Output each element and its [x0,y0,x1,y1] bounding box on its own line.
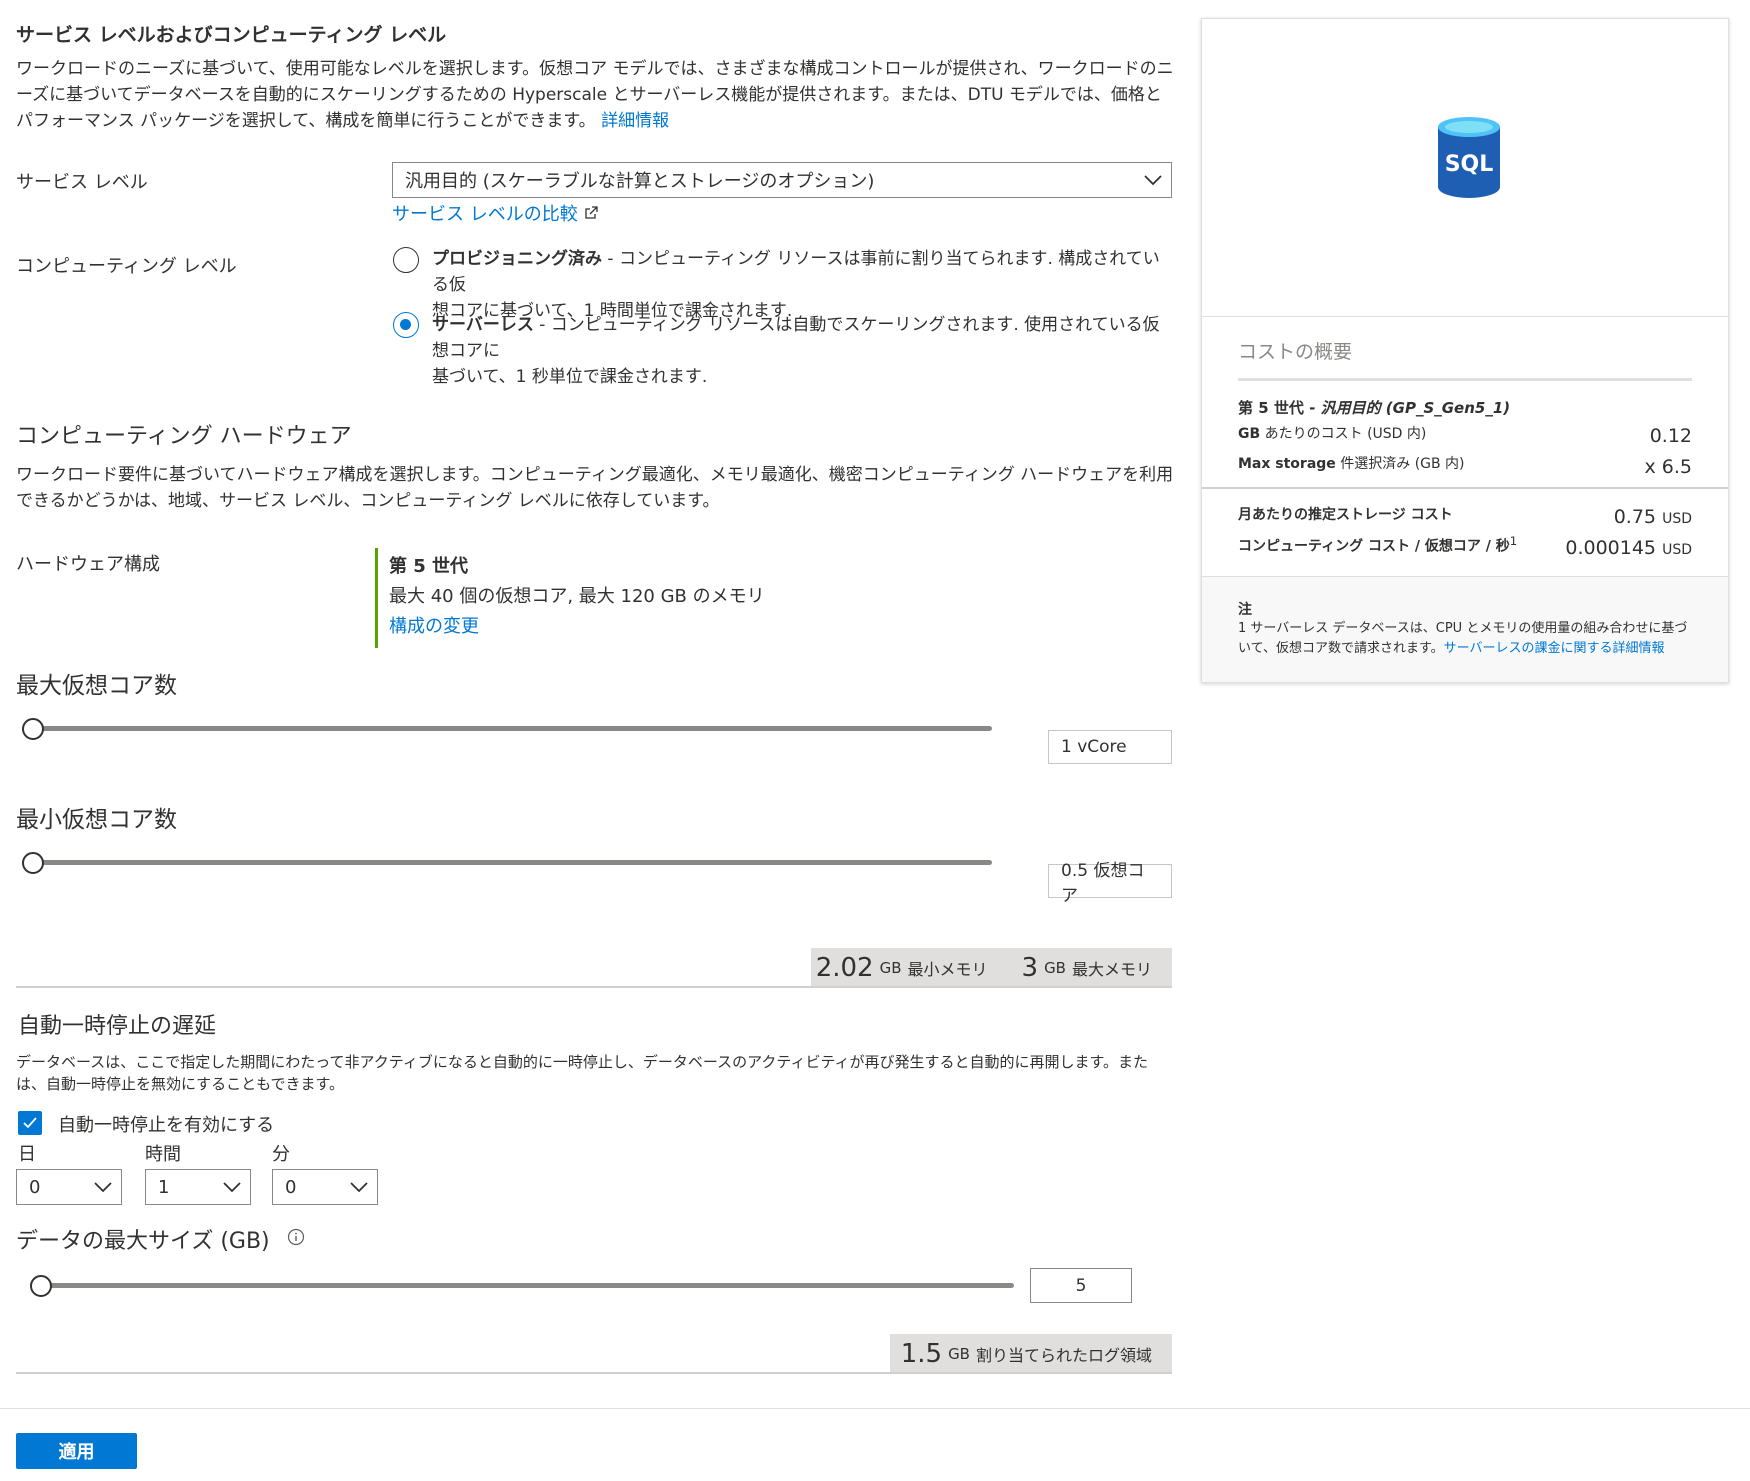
apply-button[interactable]: 適用 [16,1433,137,1469]
min-vcores-slider-track[interactable] [30,860,992,865]
service-level-value: 汎用目的 (スケーラブルな計算とストレージのオプション) [405,171,875,192]
serverless-billing-link[interactable]: サーバーレスの課金に関する詳細情報 [1444,641,1665,656]
sql-database-icon: SQL [1436,115,1502,201]
note-section: 注 1 サーバーレス データベースは、CPU とメモリの使用量の組み合わせに基づ… [1202,576,1728,682]
sql-icon-text: SQL [1445,152,1494,177]
note-text: 1 サーバーレス データベースは、CPU とメモリの使用量の組み合わせに基づいて… [1238,621,1688,656]
auto-pause-title: 自動一時停止の遅延 [18,1014,217,1039]
hardware-title: コンピューティング ハードウェア [16,424,352,449]
compute-tier-label: コンピューティング レベル [16,256,237,277]
hours-dropdown[interactable]: 1 [145,1169,251,1205]
storage-cost-value: 0.75 USD [1613,506,1692,528]
max-storage-value: x 6.5 [1644,456,1693,478]
log-space-label: 割り当てられたログ領域 [975,1346,1152,1365]
max-memory-value: 3 [1021,953,1039,983]
chevron-down-icon [349,1179,368,1195]
hardware-config-label: ハードウェア構成 [16,554,160,575]
hardware-generation: 第 5 世代 [389,556,469,577]
compute-tier-serverless-text: サーバーレス - コンピューティング リソースは自動でスケーリングされます. 使… [432,315,1160,387]
max-vcores-slider-track[interactable] [30,726,992,731]
memory-summary: 2.02 GB 最小メモリ 3 GB 最大メモリ [811,948,1172,988]
cost-sku-line: 第 5 世代 - 汎用目的 (GP_S_Gen5_1) [1238,399,1511,417]
service-section-title: サービス レベルおよびコンピューティング レベル [16,24,447,46]
change-config-link[interactable]: 構成の変更 [389,612,765,642]
chevron-down-icon [93,1179,112,1195]
max-data-size-value[interactable]: 5 [1030,1268,1132,1303]
external-link-icon [583,204,599,225]
learn-more-link[interactable]: 詳細情報 [601,111,669,131]
max-vcores-value[interactable]: 1 vCore [1048,730,1172,764]
min-memory-label: 最小メモリ [907,960,988,979]
storage-cost-label: 月あたりの推定ストレージ コスト [1238,507,1453,523]
auto-pause-checkbox[interactable] [18,1111,42,1135]
max-memory-unit: GB [1044,959,1066,977]
hardware-description: ワークロード要件に基づいてハードウェア構成を選択します。コンピューティング最適化… [16,465,1174,511]
checkmark-icon [23,1117,37,1129]
radio-serverless[interactable] [393,312,419,338]
cost-summary-panel: SQL コストの概要 第 5 世代 - 汎用目的 (GP_S_Gen5_1) G… [1201,18,1729,683]
panel-divider-top [1202,316,1728,317]
compute-cost-value: 0.000145 USD [1565,537,1692,559]
min-vcores-value[interactable]: 0.5 仮想コア [1048,861,1172,906]
min-memory-value: 2.02 [815,953,874,983]
log-space-summary: 1.5 GB 割り当てられたログ領域 [890,1334,1172,1374]
hardware-config-accent-bar [375,548,378,648]
min-memory-unit: GB [879,959,902,977]
radio-provisioned[interactable] [393,247,419,273]
max-storage-label: Max storage 件選択済み (GB 内) [1238,456,1465,472]
minutes-label: 分 [272,1144,290,1165]
compute-cost-label: コンピューティング コスト / 仮想コア / 秒1 [1238,534,1518,555]
days-label: 日 [18,1144,36,1165]
max-vcores-title: 最大仮想コア数 [16,673,177,699]
footer-divider [0,1408,1750,1409]
max-data-size-slider-track[interactable] [38,1283,1014,1288]
panel-divider-mid [1202,487,1728,489]
memory-divider [16,986,1172,988]
service-level-dropdown[interactable]: 汎用目的 (スケーラブルな計算とストレージのオプション) [392,162,1172,198]
service-section-description: ワークロードのニーズに基づいて、使用可能なレベルを選択します。仮想コア モデルで… [16,59,1174,131]
note-title: 注 [1238,602,1252,618]
chevron-down-icon [1143,172,1162,188]
max-vcores-slider-thumb[interactable] [22,718,44,740]
cost-per-gb-label: GB あたりのコスト (USD 内) [1238,426,1427,442]
max-data-size-slider-thumb[interactable] [30,1275,52,1297]
service-level-label: サービス レベル [16,172,148,193]
min-vcores-title: 最小仮想コア数 [16,807,177,833]
hours-label: 時間 [145,1144,181,1165]
info-icon[interactable] [287,1227,305,1252]
days-dropdown[interactable]: 0 [16,1169,122,1205]
hardware-spec: 最大 40 個の仮想コア, 最大 120 GB のメモリ [389,586,765,607]
compute-tier-serverless-radio[interactable] [393,312,419,338]
log-space-value: 1.5 [900,1339,943,1369]
log-space-divider [16,1372,1172,1374]
max-data-size-title: データの最大サイズ (GB) [16,1223,305,1255]
cost-per-gb-value: 0.12 [1649,425,1692,447]
cost-title-underline [1238,378,1692,381]
compare-service-levels-link[interactable]: サービス レベルの比較 [392,200,599,226]
minutes-dropdown[interactable]: 0 [272,1169,378,1205]
log-space-unit: GB [948,1345,970,1363]
max-memory-label: 最大メモリ [1071,960,1152,979]
hardware-config-details: 第 5 世代 最大 40 個の仮想コア, 最大 120 GB のメモリ 構成の変… [389,552,765,642]
compute-tier-provisioned-radio[interactable] [393,247,419,273]
cost-summary-title: コストの概要 [1238,341,1353,363]
chevron-down-icon [222,1179,241,1195]
min-vcores-slider-thumb[interactable] [22,852,44,874]
auto-pause-checkbox-label: 自動一時停止を有効にする [58,1115,275,1136]
auto-pause-description: データベースは、ここで指定した期間にわたって非アクティブになると自動的に一時停止… [16,1053,1149,1093]
